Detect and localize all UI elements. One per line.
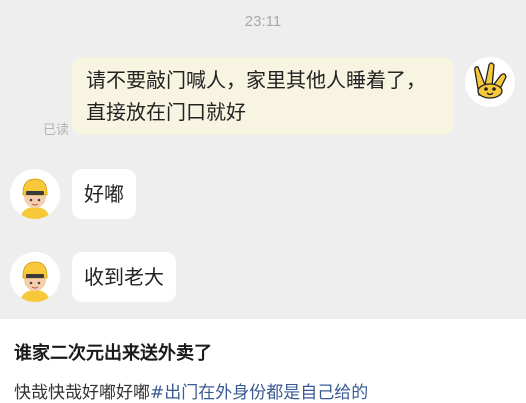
courier-avatar[interactable] [10, 252, 60, 302]
yellow-helmet-character-icon [10, 169, 60, 219]
message-timestamp: 23:11 [244, 13, 282, 30]
chat-area: 23:11 请不要敲门喊人，家里其他人睡着了，直接放在门口就好 已读 好嘟 收到… [0, 0, 526, 319]
read-status: 已读 [43, 123, 70, 138]
user-avatar[interactable] [465, 57, 515, 107]
courier-avatar[interactable] [10, 169, 60, 219]
post-body: 快哉快哉好嘟好嘟#出门在外身份都是自己给的 [14, 378, 368, 403]
post-content: 谁家二次元出来送外卖了 快哉快哉好嘟好嘟#出门在外身份都是自己给的 [0, 319, 526, 403]
message-bubble-outgoing[interactable]: 请不要敲门喊人，家里其他人睡着了，直接放在门口就好 [72, 57, 454, 135]
hashtag-link[interactable]: #出门在外身份都是自己给的 [150, 383, 368, 403]
post-title: 谁家二次元出来送外卖了 [14, 343, 212, 364]
post-body-text: 快哉快哉好嘟好嘟 [14, 383, 150, 403]
message-bubble-incoming[interactable]: 好嘟 [72, 169, 136, 219]
yellow-hand-character-icon [465, 57, 515, 107]
yellow-helmet-character-icon [10, 252, 60, 302]
message-bubble-incoming[interactable]: 收到老大 [72, 252, 176, 302]
